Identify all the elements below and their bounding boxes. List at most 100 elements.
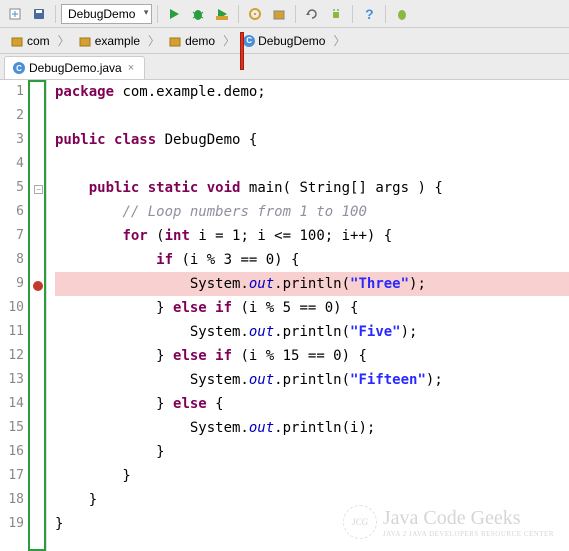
fold-icon[interactable]: − (34, 185, 43, 194)
breadcrumb-label: com (27, 34, 50, 48)
help-button[interactable]: ? (358, 3, 380, 25)
code-line[interactable]: } (55, 440, 569, 464)
gutter-line[interactable] (30, 202, 44, 226)
sync-button[interactable] (301, 3, 323, 25)
gutter-line[interactable] (30, 82, 44, 106)
gutter-line[interactable] (30, 514, 44, 538)
chevron-right-icon: 〉 (221, 32, 237, 49)
packages-button[interactable] (268, 3, 290, 25)
code-line[interactable]: } (55, 512, 569, 536)
code-line[interactable]: } else if (i % 15 == 0) { (55, 344, 569, 368)
gutter-line[interactable]: − (30, 178, 44, 202)
package-icon (10, 34, 24, 48)
close-icon[interactable]: × (126, 62, 136, 74)
line-number: 11 (0, 320, 24, 344)
android-button[interactable] (325, 3, 347, 25)
debug-attach-button[interactable] (391, 3, 413, 25)
class-icon: C (13, 62, 25, 74)
breakpoint-icon[interactable] (33, 281, 43, 291)
code-line[interactable]: } (55, 464, 569, 488)
gutter-line[interactable] (30, 250, 44, 274)
line-number: 12 (0, 344, 24, 368)
toolbar: DebugDemo ? (0, 0, 569, 28)
line-number: 19 (0, 512, 24, 536)
gutter-line[interactable] (30, 322, 44, 346)
save-button[interactable] (28, 3, 50, 25)
run-button[interactable] (163, 3, 185, 25)
code-line[interactable]: System.out.println("Three"); (55, 272, 569, 296)
line-number: 1 (0, 80, 24, 104)
gutter-line[interactable] (30, 394, 44, 418)
gutter[interactable]: 12345678910111213141516171819 − (0, 80, 47, 551)
line-number: 16 (0, 440, 24, 464)
marker-column[interactable]: − (28, 80, 46, 551)
breadcrumb-label: example (95, 34, 140, 48)
gutter-line[interactable] (30, 466, 44, 490)
gutter-line[interactable] (30, 130, 44, 154)
editor-tabbar: C DebugDemo.java × (0, 54, 569, 80)
code-area[interactable]: package com.example.demo; public class De… (47, 80, 569, 551)
line-number: 3 (0, 128, 24, 152)
run-config-dropdown[interactable]: DebugDemo (61, 4, 152, 24)
gutter-line[interactable] (30, 298, 44, 322)
code-line[interactable]: package com.example.demo; (55, 80, 569, 104)
gutter-line[interactable] (30, 106, 44, 130)
line-number: 13 (0, 368, 24, 392)
coverage-button[interactable] (211, 3, 233, 25)
code-line[interactable] (55, 104, 569, 128)
code-line[interactable]: } else { (55, 392, 569, 416)
code-line[interactable]: public class DebugDemo { (55, 128, 569, 152)
breadcrumb-label: demo (185, 34, 215, 48)
breadcrumb-demo[interactable]: demo (164, 32, 219, 50)
code-editor[interactable]: 12345678910111213141516171819 − package … (0, 80, 569, 551)
code-line[interactable]: } else if (i % 5 == 0) { (55, 296, 569, 320)
breadcrumb-example[interactable]: example (74, 32, 144, 50)
code-line[interactable]: for (int i = 1; i <= 100; i++) { (55, 224, 569, 248)
line-number: 9 (0, 272, 24, 296)
line-number: 14 (0, 392, 24, 416)
breadcrumb-class[interactable]: C DebugDemo (239, 32, 329, 50)
build-button[interactable] (244, 3, 266, 25)
breadcrumb-label: DebugDemo (258, 34, 325, 48)
gutter-line[interactable] (30, 226, 44, 250)
package-icon (78, 34, 92, 48)
code-line[interactable]: } (55, 488, 569, 512)
line-number: 18 (0, 488, 24, 512)
gutter-line[interactable] (30, 442, 44, 466)
gutter-line[interactable] (30, 370, 44, 394)
new-wizard-button[interactable] (4, 3, 26, 25)
class-icon: C (243, 35, 255, 47)
tab-debugdemo[interactable]: C DebugDemo.java × (4, 56, 145, 79)
line-number: 6 (0, 200, 24, 224)
line-number: 17 (0, 464, 24, 488)
code-line[interactable] (55, 152, 569, 176)
code-line[interactable]: if (i % 3 == 0) { (55, 248, 569, 272)
line-number: 10 (0, 296, 24, 320)
line-number: 4 (0, 152, 24, 176)
package-icon (168, 34, 182, 48)
line-number: 8 (0, 248, 24, 272)
code-line[interactable]: System.out.println(i); (55, 416, 569, 440)
help-icon: ? (365, 6, 374, 22)
line-number: 15 (0, 416, 24, 440)
debug-button[interactable] (187, 3, 209, 25)
code-line[interactable]: public static void main( String[] args )… (55, 176, 569, 200)
chevron-right-icon: 〉 (146, 32, 162, 49)
breadcrumb-com[interactable]: com (6, 32, 54, 50)
line-number: 7 (0, 224, 24, 248)
gutter-line[interactable] (30, 154, 44, 178)
tab-label: DebugDemo.java (29, 61, 122, 75)
code-line[interactable]: System.out.println("Fifteen"); (55, 368, 569, 392)
gutter-line[interactable] (30, 274, 44, 298)
line-number: 2 (0, 104, 24, 128)
breadcrumb: com 〉 example 〉 demo 〉 C DebugDemo 〉 (0, 28, 569, 54)
line-number: 5 (0, 176, 24, 200)
gutter-line[interactable] (30, 490, 44, 514)
chevron-right-icon: 〉 (331, 32, 347, 49)
code-line[interactable]: System.out.println("Five"); (55, 320, 569, 344)
code-line[interactable]: // Loop numbers from 1 to 100 (55, 200, 569, 224)
gutter-line[interactable] (30, 346, 44, 370)
line-numbers: 12345678910111213141516171819 (0, 80, 28, 551)
gutter-line[interactable] (30, 418, 44, 442)
chevron-right-icon: 〉 (56, 32, 72, 49)
